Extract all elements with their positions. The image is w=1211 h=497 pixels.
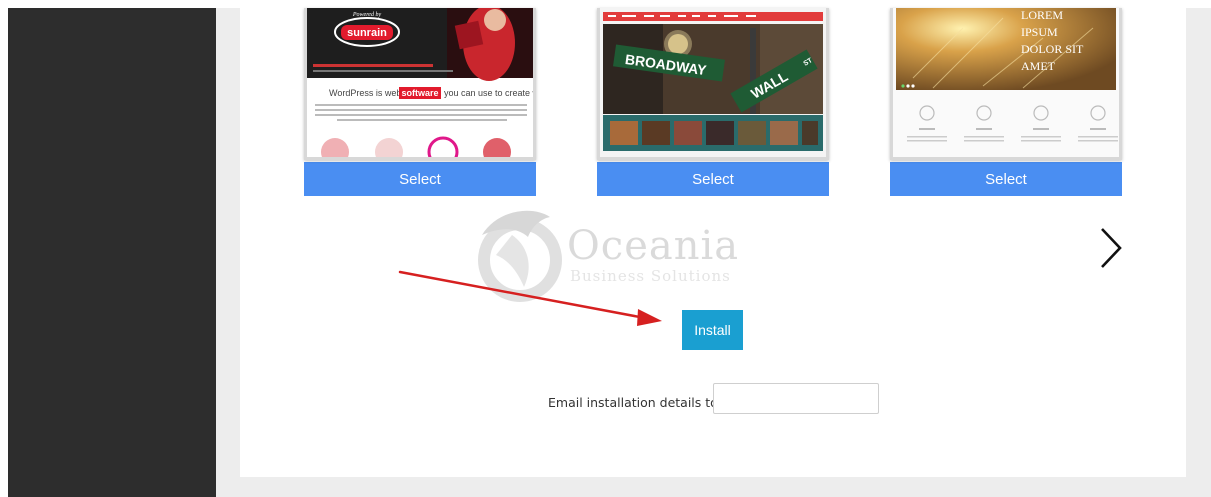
theme-selection-panel: sunrain Powered by WordPress is web soft… — [240, 8, 1186, 477]
email-label: Email installation details to : — [548, 395, 726, 410]
theme-powered-by: Powered by — [352, 12, 382, 18]
select-theme-2-button[interactable]: Select — [597, 162, 829, 196]
theme-tagline-post: you can use to create w — [444, 88, 533, 98]
annotation-arrow-icon — [398, 270, 662, 326]
page: sunrain Powered by WordPress is web soft… — [0, 0, 1211, 497]
theme-preview-2[interactable]: BROADWAY WALL ST — [597, 8, 829, 160]
select-theme-1-button[interactable]: Select — [304, 162, 536, 196]
theme-tagline-highlight: software — [401, 88, 438, 98]
sidebar — [8, 8, 216, 497]
theme-card-3: LOREM IPSUM DOLOR SIT AMET Select — [890, 8, 1122, 196]
hero-text-line-1: LOREM — [1021, 8, 1063, 22]
carousel-next-button[interactable] — [1094, 225, 1130, 271]
theme-preview-image-2: BROADWAY WALL ST — [600, 8, 826, 157]
hero-text-line-2: IPSUM — [1021, 25, 1058, 39]
hero-text-line-4: AMET — [1021, 59, 1056, 73]
theme-logo-text: sunrain — [347, 27, 387, 39]
theme-card-2: BROADWAY WALL ST Select — [597, 8, 829, 196]
theme-preview-image-3: LOREM IPSUM DOLOR SIT AMET — [893, 8, 1119, 157]
hero-text-line-3: DOLOR SIT — [1021, 42, 1084, 56]
theme-preview-3[interactable]: LOREM IPSUM DOLOR SIT AMET — [890, 8, 1122, 160]
theme-preview-1[interactable]: sunrain Powered by WordPress is web soft… — [304, 8, 536, 160]
select-theme-3-button[interactable]: Select — [890, 162, 1122, 196]
theme-preview-image-1: sunrain Powered by WordPress is web soft… — [307, 8, 533, 157]
install-button[interactable]: Install — [682, 310, 743, 350]
email-input[interactable] — [713, 383, 879, 414]
theme-card-1: sunrain Powered by WordPress is web soft… — [304, 8, 536, 196]
theme-tagline-pre: WordPress is web — [329, 88, 401, 98]
chevron-right-icon — [1101, 228, 1122, 268]
